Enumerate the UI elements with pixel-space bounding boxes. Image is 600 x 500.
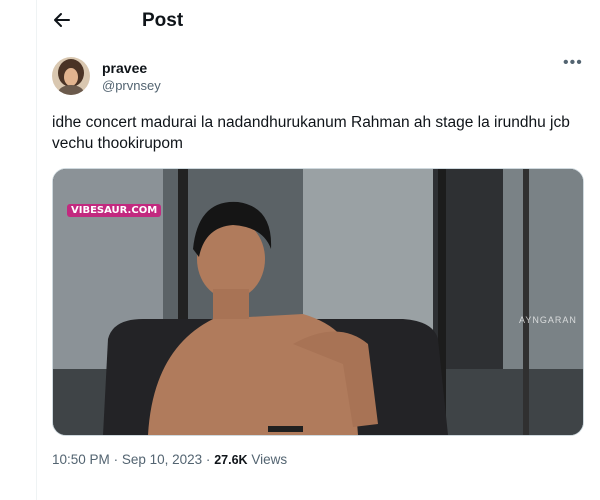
avatar[interactable] [52, 57, 90, 95]
views-count: 27.6K [214, 453, 248, 467]
more-options-icon[interactable]: ••• [563, 54, 583, 72]
user-handle[interactable]: @prvnsey [102, 78, 161, 93]
views-label: Views [251, 452, 288, 467]
back-arrow-icon[interactable] [51, 9, 73, 31]
display-name[interactable]: pravee [102, 60, 147, 76]
column-border [36, 0, 37, 500]
watermark-right: AYNGARAN [519, 315, 577, 325]
page-title: Post [142, 10, 184, 31]
tweet-meta: 10:50 PM · Sep 10, 2023 · 27.6K Views [52, 452, 287, 467]
tweet-date[interactable]: Sep 10, 2023 [122, 452, 202, 467]
tweet-time[interactable]: 10:50 PM [52, 452, 110, 467]
meta-separator: · [113, 452, 119, 467]
meta-separator: · [205, 452, 211, 467]
tweet-media[interactable]: VIBESAUR.COM AYNGARAN [52, 168, 584, 436]
post-header: Post [37, 0, 600, 44]
watermark-left: VIBESAUR.COM [67, 204, 162, 217]
tweet-text: idhe concert madurai la nadandhurukanum … [52, 114, 570, 152]
